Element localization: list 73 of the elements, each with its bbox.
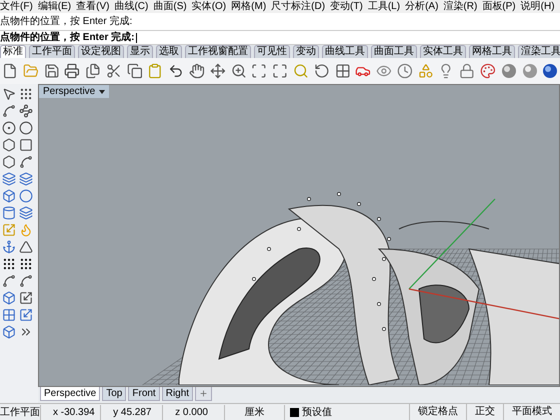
y-coordinate: y 45.287 bbox=[100, 404, 162, 420]
points-icon[interactable] bbox=[19, 87, 33, 101]
toolbar-tab[interactable]: 实体工具 bbox=[420, 45, 466, 58]
menu-item[interactable]: 面板(P) bbox=[482, 2, 516, 12]
toolbar-tab[interactable]: 网格工具 bbox=[469, 45, 515, 58]
cplane-status[interactable]: 工作平面 bbox=[0, 404, 40, 420]
printer-icon[interactable] bbox=[64, 63, 80, 79]
pointer-icon[interactable] bbox=[2, 87, 16, 101]
copy-icon[interactable] bbox=[126, 63, 142, 79]
viewport-tab[interactable]: Top bbox=[102, 387, 126, 401]
menu-item[interactable]: 曲线(C) bbox=[114, 2, 148, 12]
arc-icon[interactable] bbox=[2, 274, 16, 288]
toolbar-tab[interactable]: 工作视窗配置 bbox=[185, 45, 251, 58]
undo-icon[interactable] bbox=[168, 63, 184, 79]
units-status: 厘米 bbox=[224, 404, 284, 420]
hexagon-icon[interactable] bbox=[2, 155, 16, 169]
viewport[interactable]: Perspective bbox=[38, 84, 560, 387]
box-icon[interactable] bbox=[2, 189, 16, 203]
menu-item[interactable]: 尺寸标注(D) bbox=[271, 2, 326, 12]
toolbar-tab[interactable]: 曲面工具 bbox=[371, 45, 417, 58]
menu-item[interactable]: 网格(M) bbox=[231, 2, 266, 12]
menu-item[interactable]: 说明(H) bbox=[520, 2, 555, 12]
menu-item[interactable]: 工具(L) bbox=[368, 2, 400, 12]
toolbar-tab[interactable]: 选取 bbox=[156, 45, 182, 58]
circle-icon[interactable] bbox=[2, 121, 16, 135]
viewport-tab[interactable]: Front bbox=[128, 387, 160, 401]
file-icon[interactable] bbox=[2, 63, 18, 79]
menu-item[interactable]: 渲染(R) bbox=[443, 2, 478, 12]
dots-icon[interactable] bbox=[19, 257, 33, 271]
menu-item[interactable]: 曲面(S) bbox=[153, 2, 187, 12]
rectangle-icon[interactable] bbox=[19, 138, 33, 152]
cylinder-icon[interactable] bbox=[2, 206, 16, 220]
hand-icon[interactable] bbox=[189, 63, 205, 79]
command-field[interactable]: 点物件的位置，按 Enter 完成: bbox=[0, 32, 138, 42]
lock-icon[interactable] bbox=[459, 63, 475, 79]
viewport-tab[interactable]: Right bbox=[162, 387, 194, 401]
grid-icon[interactable] bbox=[334, 63, 350, 79]
x-coordinate: x -30.394 bbox=[40, 404, 100, 420]
toolbar-tab[interactable]: 可见性 bbox=[254, 45, 290, 58]
toolbar-tab[interactable]: 工作平面 bbox=[29, 45, 75, 58]
zoom-icon[interactable] bbox=[230, 63, 246, 79]
scissors-icon[interactable] bbox=[106, 63, 122, 79]
toolbar-tab[interactable]: 变动 bbox=[293, 45, 319, 58]
clock-icon[interactable] bbox=[396, 63, 413, 79]
menu-item[interactable]: 实体(O) bbox=[192, 2, 226, 12]
toolbar-tab[interactable]: 设定视图 bbox=[78, 45, 124, 58]
cube-icon[interactable] bbox=[2, 325, 16, 339]
polygon-icon[interactable] bbox=[2, 138, 16, 152]
palette-icon[interactable] bbox=[480, 63, 496, 79]
viewport-title-tab[interactable]: Perspective bbox=[39, 85, 109, 98]
menu-item[interactable]: 变动(T) bbox=[330, 2, 363, 12]
toolbar-tab[interactable]: 标准 bbox=[0, 45, 26, 58]
caret-icon[interactable] bbox=[99, 90, 105, 94]
toolbar-tab[interactable]: 曲线工具 bbox=[322, 45, 368, 58]
status-toggle[interactable]: 正交 bbox=[466, 404, 504, 420]
menu-item[interactable]: 编辑(E) bbox=[38, 2, 72, 12]
status-toggle[interactable]: 平面模式 bbox=[503, 404, 560, 420]
documents-icon[interactable] bbox=[85, 63, 101, 79]
clipboard-icon[interactable] bbox=[147, 63, 164, 79]
z-coordinate: z 0.000 bbox=[162, 404, 224, 420]
menu-item[interactable]: 分析(A) bbox=[405, 2, 438, 12]
status-toggle[interactable]: 锁定格点 bbox=[409, 404, 466, 420]
layer-status[interactable]: 预设值 bbox=[302, 404, 332, 420]
rotate-icon[interactable] bbox=[314, 63, 330, 79]
toolbar-tab[interactable]: 显示 bbox=[127, 45, 153, 58]
viewport-tab[interactable]: Perspective bbox=[40, 387, 100, 401]
menu-item[interactable]: 查看(V) bbox=[76, 2, 110, 12]
move-icon[interactable] bbox=[210, 63, 226, 79]
eye-icon[interactable] bbox=[376, 63, 392, 79]
add-tab-button[interactable] bbox=[195, 387, 212, 401]
plus-icon bbox=[199, 389, 208, 398]
menu-item[interactable]: 文件(F) bbox=[0, 2, 33, 12]
command-history-line: 点物件的位置，按 Enter 完成: bbox=[0, 16, 132, 26]
